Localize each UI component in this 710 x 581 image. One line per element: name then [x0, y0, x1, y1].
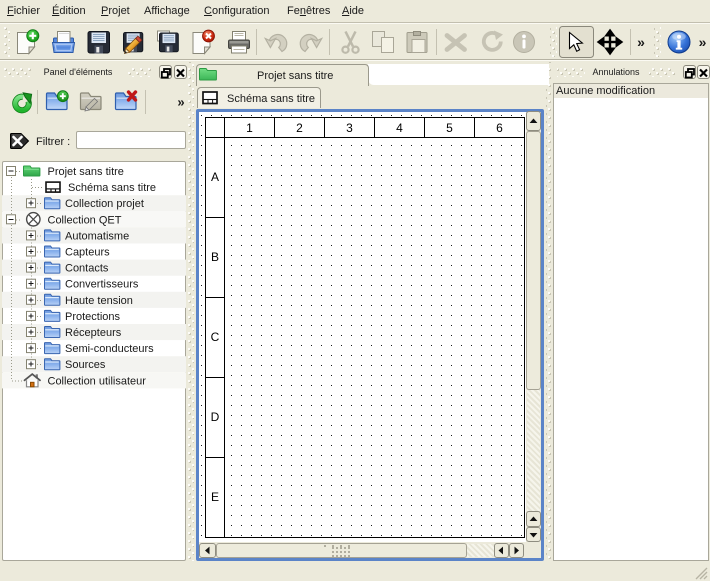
svg-text:Protections: Protections: [65, 311, 121, 323]
svg-text:Collection QET: Collection QET: [48, 214, 122, 226]
svg-text:Capteurs: Capteurs: [65, 247, 110, 259]
svg-text:»: »: [177, 95, 184, 110]
svg-text:»: »: [637, 34, 645, 50]
svg-text:Schéma sans titre: Schéma sans titre: [68, 182, 156, 194]
svg-text:Haute tension: Haute tension: [65, 295, 133, 307]
svg-text:Sources: Sources: [65, 359, 106, 371]
svg-text:Semi-conducteurs: Semi-conducteurs: [65, 343, 154, 355]
svg-text:»: »: [699, 34, 707, 50]
svg-text:Projet sans titre: Projet sans titre: [48, 166, 124, 178]
svg-text:Collection utilisateur: Collection utilisateur: [48, 375, 147, 387]
svg-text:Automatisme: Automatisme: [65, 230, 129, 242]
svg-text:Convertisseurs: Convertisseurs: [65, 279, 139, 291]
svg-text:Collection projet: Collection projet: [65, 198, 144, 210]
svg-text:Contacts: Contacts: [65, 263, 109, 275]
svg-text:Récepteurs: Récepteurs: [65, 327, 122, 339]
